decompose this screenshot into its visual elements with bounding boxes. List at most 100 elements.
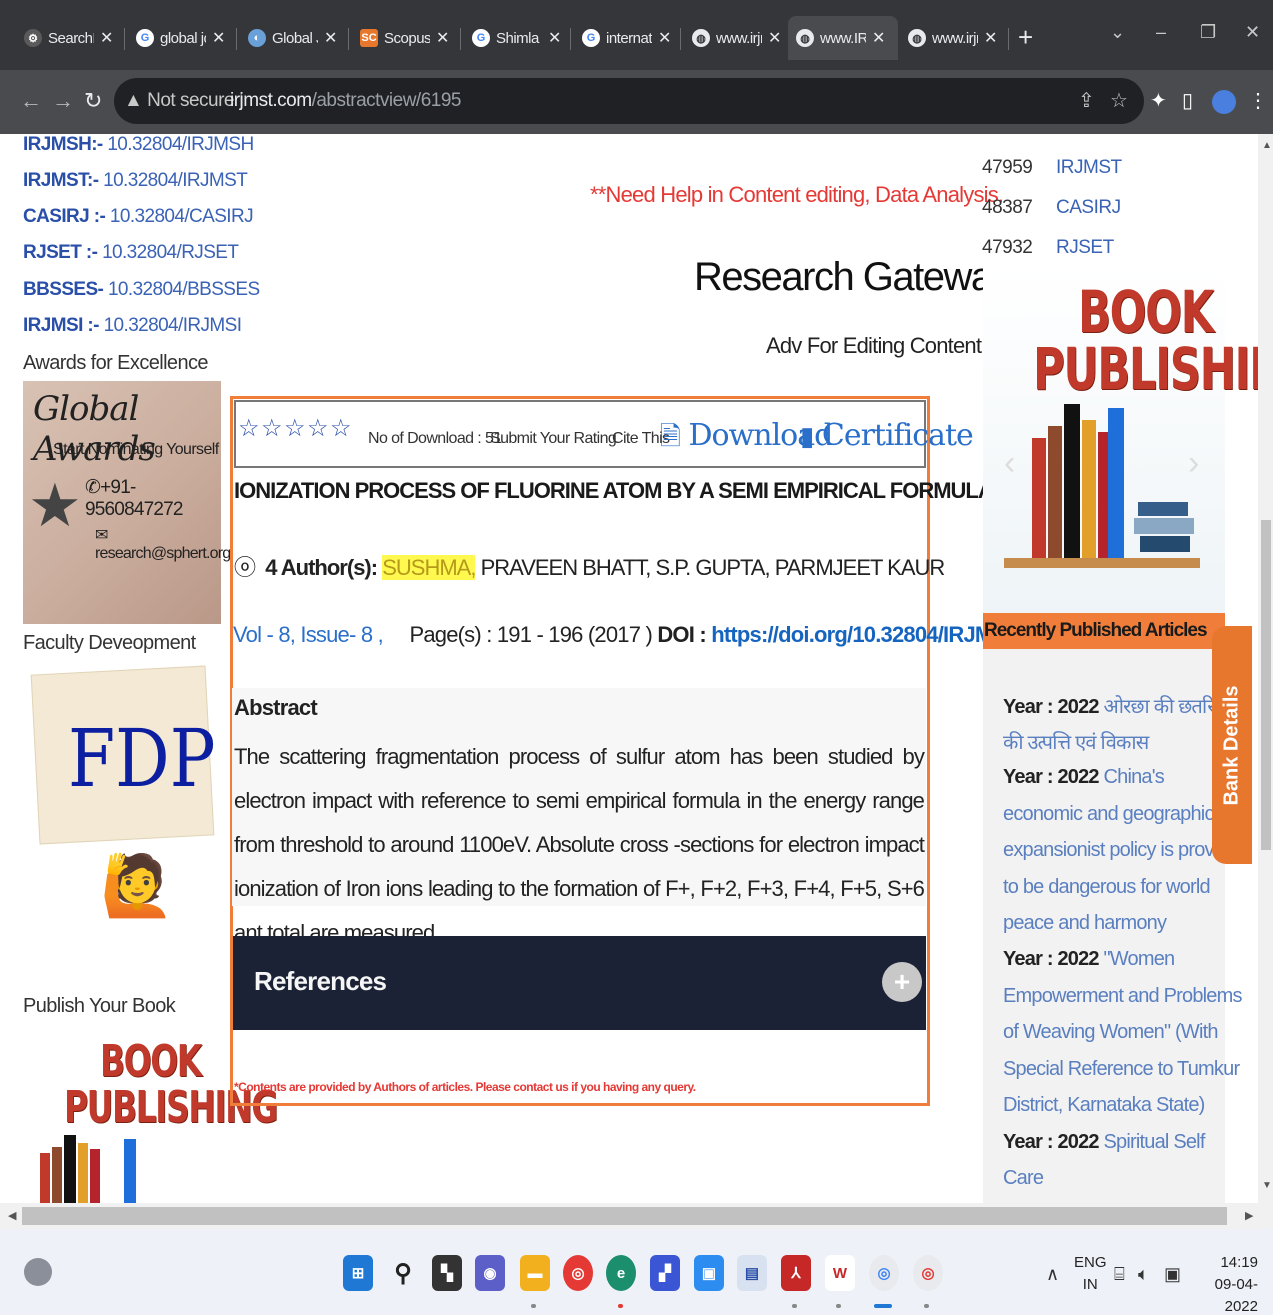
browser-tab[interactable]: ◍ www.irjn ✕ [900,16,1005,60]
network-icon[interactable]: ⌸ [1114,1264,1125,1285]
browser-tab[interactable]: ◐ Global Jo ✕ [240,16,345,60]
doi-link[interactable]: IRJMST:- 10.32804/IRJMST [23,170,248,192]
doi-link[interactable]: CASIRJ :- 10.32804/CASIRJ [23,206,254,228]
recent-article-link[interactable]: की उत्पत्ति एवं विकास [1003,728,1149,755]
rating-star-icon[interactable]: ☆ [238,414,260,443]
recent-article-link[interactable]: "Women [1104,948,1176,970]
doi-link[interactable]: RJSET :- 10.32804/RJSET [23,242,239,264]
scroll-right-icon[interactable]: ▶ [1245,1209,1253,1222]
close-icon[interactable]: ✕ [324,28,337,48]
recent-article-link[interactable]: District, Karnataka State) [1003,1094,1205,1117]
browser-tab[interactable]: SC Scopus ✕ [352,16,457,60]
recent-article-link[interactable]: Special Reference to Tumkur [1003,1058,1240,1081]
close-icon[interactable]: ✕ [548,28,561,48]
carousel-next-icon[interactable]: › [1188,444,1199,483]
volume-issue-link[interactable]: Vol - 8, Issue- 8 , [233,622,384,647]
vertical-scroll-thumb[interactable] [1261,520,1271,850]
store-icon[interactable]: ▞ [650,1255,680,1291]
rating-star-icon[interactable]: ☆ [284,414,306,443]
journal-code-link[interactable]: RJSET [1056,237,1114,259]
running-indicator [924,1304,929,1308]
system-clock[interactable]: 14:19 09-04-2022 [1192,1252,1258,1315]
rating-star-icon[interactable]: ☆ [261,414,283,443]
recent-article-link[interactable]: expansionist policy is proving [1003,839,1239,862]
browser-tab-active[interactable]: ◍ www.IRJ ✕ [788,16,898,60]
scroll-left-icon[interactable]: ◀ [8,1209,16,1222]
back-icon[interactable]: ← [20,88,42,114]
profile-avatar[interactable] [1212,90,1236,114]
notepad-icon[interactable]: ▤ [737,1255,767,1291]
search-icon[interactable]: ⚲ [388,1255,418,1291]
tab-search-icon[interactable]: ⌄ [1110,22,1125,43]
recent-article-link[interactable]: Care [1003,1167,1044,1190]
volume-icon[interactable]: 🔈︎ [1138,1264,1149,1285]
meet-icon[interactable]: ▣ [694,1255,724,1291]
pdf-reader-icon[interactable]: ⅄ [781,1255,811,1291]
recent-article-link[interactable]: Empowerment and Problems [1003,985,1243,1008]
journal-code-link[interactable]: IRJMST [1056,157,1122,179]
browser-tab[interactable]: ⚙ SearchLi ✕ [16,16,121,60]
url-text[interactable]: irjmst.com/abstractview/6195 [230,90,461,112]
doi-url-link[interactable]: https://doi.org/10.32804/IRJMST [711,622,1020,647]
close-icon[interactable]: ✕ [100,28,113,48]
chrome-profile-icon[interactable]: ◎ [913,1255,943,1291]
restore-icon[interactable]: ❐ [1200,22,1216,43]
start-icon[interactable]: ⊞ [343,1255,373,1291]
new-tab-button[interactable]: + [1018,22,1033,53]
file-explorer-icon[interactable]: ▬ [520,1255,550,1291]
close-icon[interactable]: ✕ [984,28,997,48]
wps-office-icon[interactable]: W [825,1255,855,1291]
recent-article-link[interactable]: to be dangerous for world [1003,876,1211,899]
need-help-banner[interactable]: **Need Help in Content editing, Data Ana… [590,182,1004,208]
recent-article-link[interactable]: peace and harmony [1003,912,1167,935]
browser-tab[interactable]: ◍ www.irjr ✕ [684,16,789,60]
carousel-prev-icon[interactable]: ‹ [1004,444,1015,483]
battery-icon[interactable]: ▣ [1164,1264,1181,1285]
widgets-icon[interactable] [24,1258,52,1286]
chrome-icon[interactable]: ◎ [563,1255,593,1291]
share-icon[interactable]: ⇪ [1078,88,1095,113]
bookmark-star-icon[interactable]: ☆ [1110,88,1128,113]
close-icon[interactable]: ✕ [436,28,449,48]
browser-tab[interactable]: G internati ✕ [574,16,679,60]
expand-plus-icon[interactable]: + [882,962,922,1002]
chrome-profile-icon[interactable]: ◎ [869,1255,899,1291]
doi-link[interactable]: IRJMSH:- 10.32804/IRJMSH [23,134,254,156]
recent-article-link[interactable]: of Weaving Women" (With [1003,1021,1219,1044]
close-icon[interactable]: ✕ [658,28,671,48]
task-view-icon[interactable]: ▚ [432,1255,462,1291]
browser-tab[interactable]: G Shimla J ✕ [464,16,569,60]
book-banner-line1[interactable]: BOOK [100,1040,202,1084]
extensions-icon[interactable]: ✦ [1150,88,1167,113]
rating-star-icon[interactable]: ☆ [330,414,352,443]
awards-banner[interactable]: Global Awards Start Nominating Yourself … [23,381,231,624]
doi-link[interactable]: BBSSES- 10.32804/BBSSES [23,279,260,301]
close-icon[interactable]: ✕ [212,28,225,48]
close-icon[interactable]: ✕ [768,28,781,48]
security-indicator[interactable]: ▲ Not secure | [124,90,244,112]
window-close-icon[interactable]: ✕ [1245,22,1260,43]
journal-code-link[interactable]: CASIRJ [1056,197,1121,219]
side-panel-icon[interactable]: ▯ [1182,88,1193,113]
certificate-button[interactable]: ▮ Certificate [800,418,974,453]
chat-icon[interactable]: ◉ [475,1255,505,1291]
recent-article-link[interactable]: economic and geographical [1003,803,1228,826]
scroll-down-icon[interactable]: ▼ [1262,1180,1272,1191]
submit-rating-link[interactable]: Submit Your Rating [490,430,617,448]
menu-dots-icon[interactable]: ⋮ [1248,88,1268,113]
edge-icon[interactable]: e [606,1255,636,1291]
browser-tab[interactable]: G global jo ✕ [128,16,233,60]
recent-article-link[interactable]: China's [1104,766,1165,788]
close-icon[interactable]: ✕ [872,28,885,48]
minimize-icon[interactable]: – [1156,22,1166,43]
reload-icon[interactable]: ↻ [84,88,102,114]
scroll-up-icon[interactable]: ▲ [1262,140,1272,151]
forward-icon[interactable]: → [52,88,74,114]
language-indicator[interactable]: ENG IN [1074,1252,1107,1296]
rating-star-icon[interactable]: ☆ [307,414,329,443]
recent-article-link[interactable]: Spiritual Self [1104,1131,1206,1153]
horizontal-scroll-thumb[interactable] [22,1207,1227,1225]
doi-link[interactable]: IRJMSI :- 10.32804/IRJMSI [23,315,242,337]
fdp-banner[interactable]: FDP 🙋 [30,665,215,970]
chevron-up-icon[interactable]: ∧ [1046,1264,1059,1285]
